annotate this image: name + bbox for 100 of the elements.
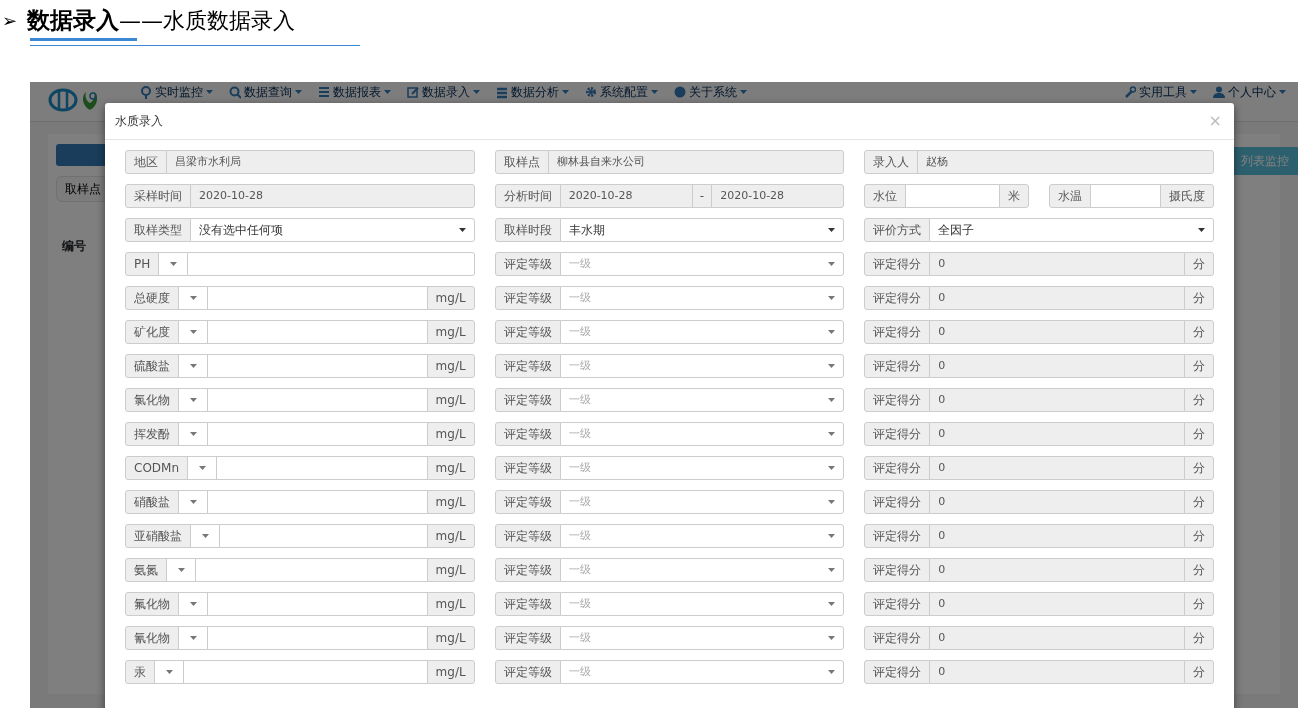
input-field[interactable]: [207, 626, 428, 650]
dropdown-button[interactable]: [166, 558, 196, 582]
input-field[interactable]: [905, 184, 1001, 208]
dropdown[interactable]: 丰水期: [559, 218, 845, 242]
input-field[interactable]: 0: [929, 524, 1185, 548]
dropdown[interactable]: 一级: [559, 286, 845, 310]
input-field[interactable]: 柳林县自来水公司: [547, 150, 845, 174]
dropdown[interactable]: 一级: [559, 626, 845, 650]
dropdown[interactable]: 一级: [559, 592, 845, 616]
nav-menu[interactable]: 系统配置: [577, 84, 666, 100]
field-label: 挥发酚: [125, 422, 179, 446]
input-field[interactable]: [207, 592, 428, 616]
unit-label: 分: [1184, 252, 1214, 276]
input-field[interactable]: 2020-10-28: [190, 184, 475, 208]
dropdown[interactable]: 一级: [559, 320, 845, 344]
dropdown-button[interactable]: [154, 660, 184, 684]
nav-menu[interactable]: 数据录入: [399, 84, 488, 100]
input-field[interactable]: [207, 286, 428, 310]
field-label: 评定等级: [494, 660, 561, 684]
input-field[interactable]: 0: [929, 490, 1185, 514]
dropdown-button[interactable]: [190, 524, 220, 548]
input-field[interactable]: [219, 524, 428, 548]
input-field[interactable]: 0: [929, 626, 1185, 650]
field-label: 亚硝酸盐: [125, 524, 191, 548]
dropdown[interactable]: 一级: [559, 422, 845, 446]
dropdown[interactable]: 一级: [559, 388, 845, 412]
input-field[interactable]: [1090, 184, 1161, 208]
dialog-title: 水质录入: [115, 113, 163, 130]
field-label: 水温: [1049, 184, 1092, 208]
unit-label: 分: [1184, 592, 1214, 616]
input-field[interactable]: 0: [929, 660, 1185, 684]
field-label: 评定得分: [864, 524, 931, 548]
input-field[interactable]: 0: [929, 456, 1185, 480]
dropdown[interactable]: 没有选中任何项: [190, 218, 475, 242]
input-field[interactable]: 0: [929, 422, 1185, 446]
field-label: 评定等级: [494, 490, 561, 514]
field-label: 氨氮: [125, 558, 167, 582]
input-field[interactable]: 2020-10-28: [711, 184, 845, 208]
dropdown[interactable]: 全因子: [929, 218, 1214, 242]
column-header: 编号: [62, 238, 86, 255]
input-field[interactable]: [183, 660, 428, 684]
unit-label: mg/L: [426, 422, 475, 446]
unit-label: mg/L: [426, 456, 475, 480]
dropdown-button[interactable]: [178, 592, 208, 616]
dropdown[interactable]: 一级: [559, 558, 845, 582]
input-field[interactable]: [216, 456, 428, 480]
input-field[interactable]: 昌梁市水利局: [166, 150, 475, 174]
dropdown-button[interactable]: [187, 456, 218, 480]
dropdown[interactable]: 一级: [559, 354, 845, 378]
dropdown-button[interactable]: [178, 320, 208, 344]
nav-menu[interactable]: 实用工具: [1116, 84, 1205, 100]
input-field[interactable]: [207, 490, 428, 514]
search-icon: [229, 85, 241, 99]
unit-label: 分: [1184, 660, 1214, 684]
input-field[interactable]: 0: [929, 354, 1185, 378]
dropdown-button[interactable]: [178, 354, 208, 378]
dropdown-button[interactable]: [178, 286, 208, 310]
dropdown-button[interactable]: [178, 490, 208, 514]
dropdown[interactable]: 一级: [559, 252, 845, 276]
field-label: 评定等级: [494, 524, 561, 548]
caret-icon: [828, 602, 836, 606]
nav-menu[interactable]: 数据查询: [221, 84, 310, 100]
dropdown-button[interactable]: [178, 388, 208, 412]
dropdown[interactable]: 一级: [559, 456, 845, 480]
input-field[interactable]: [207, 354, 428, 378]
field-label: 评定等级: [494, 320, 561, 344]
input-field[interactable]: 0: [929, 592, 1185, 616]
input-field[interactable]: 0: [929, 320, 1185, 344]
dropdown[interactable]: 一级: [559, 660, 845, 684]
caret-icon: [177, 568, 185, 572]
input-field[interactable]: 0: [929, 286, 1185, 310]
dropdown[interactable]: 一级: [559, 490, 845, 514]
section-subtitle: ——水质数据录入: [119, 6, 296, 35]
nav-menu[interactable]: 数据分析: [488, 84, 577, 100]
field-label: 录入人: [864, 150, 919, 174]
input-field[interactable]: [207, 422, 428, 446]
dropdown-button[interactable]: [158, 252, 189, 276]
nav-menu[interactable]: 数据报表: [310, 84, 399, 100]
input-field[interactable]: 2020-10-28: [559, 184, 693, 208]
input-field[interactable]: [187, 252, 475, 276]
caret-icon: [189, 296, 197, 300]
input-field[interactable]: [195, 558, 428, 582]
caret-icon: [828, 500, 836, 504]
input-field[interactable]: 赵杨: [917, 150, 1214, 174]
dropdown-button[interactable]: [178, 626, 208, 650]
nav-menu[interactable]: 个人中心: [1205, 84, 1294, 100]
field-label: 评定得分: [864, 558, 931, 582]
input-field[interactable]: [207, 388, 428, 412]
caret-icon: [828, 330, 836, 334]
input-field[interactable]: [207, 320, 428, 344]
dropdown-button[interactable]: [178, 422, 208, 446]
nav-menu[interactable]: 关于系统: [666, 84, 755, 100]
input-field[interactable]: 0: [929, 388, 1185, 412]
input-field[interactable]: 0: [929, 558, 1185, 582]
input-field[interactable]: 0: [929, 252, 1185, 276]
dropdown[interactable]: 一级: [559, 524, 845, 548]
caret-icon: [189, 364, 197, 368]
nav-menu[interactable]: 实时监控: [132, 84, 221, 100]
user-icon: [1213, 85, 1225, 99]
caret-icon: [828, 432, 836, 436]
